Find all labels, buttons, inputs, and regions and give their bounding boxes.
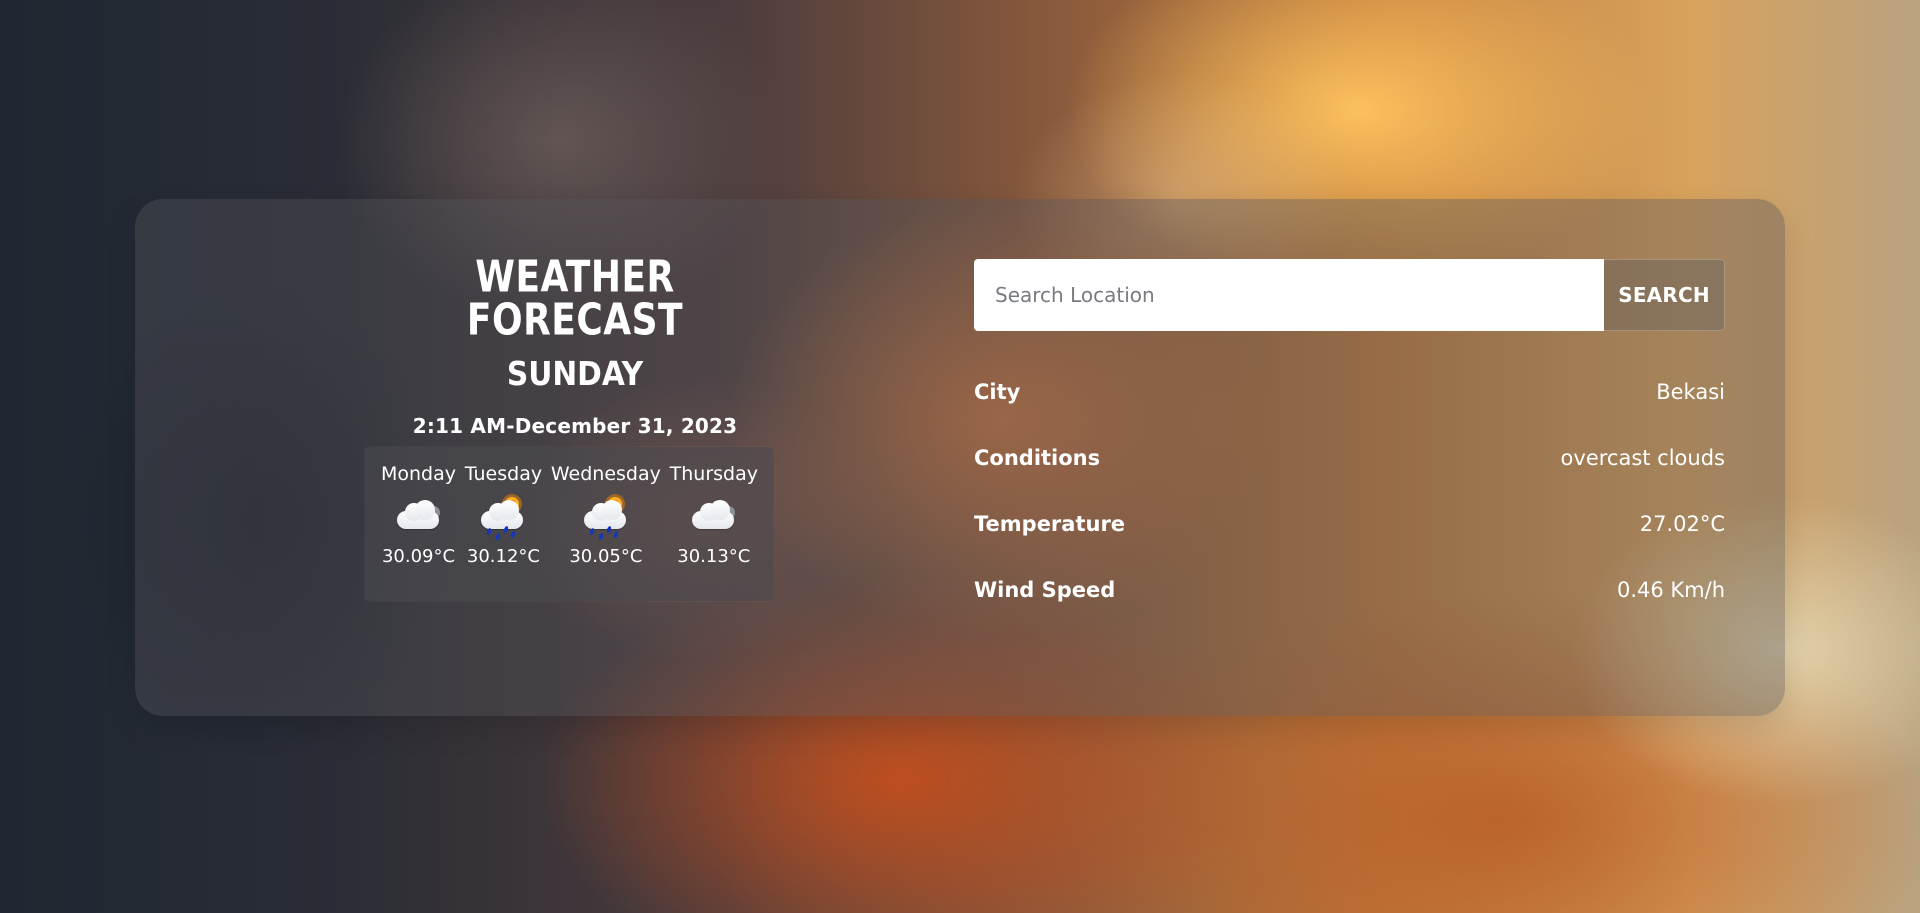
forecast-item-thursday: Thursday 30.13°C xyxy=(670,465,758,566)
current-date-time: 2:11 AM-December 31, 2023 xyxy=(412,414,738,438)
rain-sun-cloud-icon xyxy=(475,495,531,541)
detail-label: Wind Speed xyxy=(974,578,1116,602)
search-location-input[interactable] xyxy=(974,259,1604,331)
location-search-form: SEARCH xyxy=(974,259,1725,331)
forecast-day-label: Wednesday xyxy=(550,463,661,485)
page-title: WEATHER FORECAST xyxy=(466,252,684,346)
rain-drop-icon xyxy=(597,532,604,541)
forecast-day-label: Thursday xyxy=(669,463,758,485)
detail-value: 27.02°C xyxy=(1639,512,1725,536)
detail-label: Conditions xyxy=(974,446,1101,470)
detail-label: Temperature xyxy=(974,512,1126,536)
detail-row-wind-speed: Wind Speed 0.46 Km/h xyxy=(974,557,1725,623)
cloud-icon xyxy=(583,500,626,529)
forecast-item-monday: Monday 30.09°C xyxy=(381,465,456,566)
rain-drop-icon xyxy=(588,527,595,536)
forecast-day-label: Tuesday xyxy=(464,463,543,485)
detail-value: 0.46 Km/h xyxy=(1616,578,1725,602)
detail-value: Bekasi xyxy=(1656,380,1725,404)
forecast-temperature: 30.12°C xyxy=(466,546,540,567)
cloud-icon xyxy=(481,500,524,529)
current-weather-heading: WEATHER FORECAST SUNDAY 2:11 AM-December… xyxy=(365,252,785,438)
rain-sun-cloud-icon xyxy=(578,495,634,541)
rain-drop-icon xyxy=(495,532,502,541)
current-day: SUNDAY xyxy=(506,354,644,393)
overcast-cloud-icon xyxy=(686,495,742,539)
weather-details-section: SEARCH City Bekasi Conditions overcast c… xyxy=(974,259,1725,623)
cloud-icon xyxy=(396,500,439,529)
search-button[interactable]: SEARCH xyxy=(1604,259,1725,331)
detail-row-city: City Bekasi xyxy=(974,359,1725,425)
forecast-list: Monday 30.09°C Tuesday 30.12°C Wednesday… xyxy=(365,447,774,566)
forecast-day-label: Monday xyxy=(381,463,457,485)
weather-panel: WEATHER FORECAST SUNDAY 2:11 AM-December… xyxy=(135,199,1785,716)
forecast-card: Monday 30.09°C Tuesday 30.12°C Wednesday… xyxy=(365,447,774,601)
rain-drop-icon xyxy=(612,530,619,539)
forecast-temperature: 30.05°C xyxy=(569,546,643,567)
forecast-item-tuesday: Tuesday 30.12°C xyxy=(465,465,542,566)
overcast-cloud-icon xyxy=(391,495,447,539)
rain-drop-icon xyxy=(605,525,612,534)
current-weather-details: City Bekasi Conditions overcast clouds T… xyxy=(974,359,1725,623)
detail-label: City xyxy=(974,380,1021,404)
detail-row-conditions: Conditions overcast clouds xyxy=(974,425,1725,491)
detail-value: overcast clouds xyxy=(1560,446,1725,470)
cloud-icon xyxy=(691,500,734,529)
forecast-item-wednesday: Wednesday 30.05°C xyxy=(551,465,661,566)
forecast-temperature: 30.09°C xyxy=(381,546,456,567)
detail-row-temperature: Temperature 27.02°C xyxy=(974,491,1725,557)
forecast-temperature: 30.13°C xyxy=(677,546,751,567)
rain-drop-icon xyxy=(510,530,517,539)
